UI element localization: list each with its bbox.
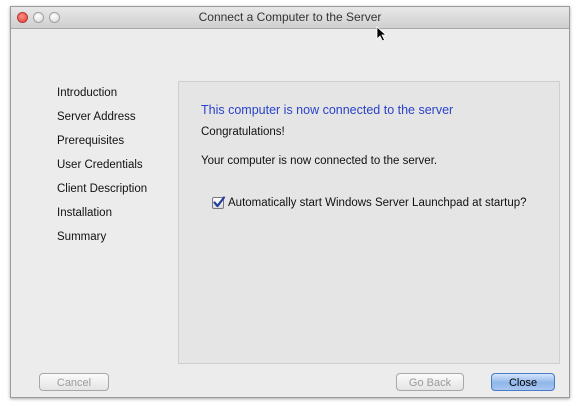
setup-window: Connect a Computer to the Server Introdu… xyxy=(10,6,570,398)
sidebar-item-summary: Summary xyxy=(57,231,107,243)
mouse-pointer-icon xyxy=(376,26,388,42)
connected-message: Your computer is now connected to the se… xyxy=(201,155,438,167)
page-heading: This computer is now connected to the se… xyxy=(201,103,454,117)
launchpad-startup-checkbox[interactable] xyxy=(212,196,226,209)
wizard-steps: Introduction Server Address Prerequisite… xyxy=(57,81,147,249)
go-back-button[interactable]: Go Back xyxy=(396,373,464,391)
sidebar-item-prerequisites: Prerequisites xyxy=(57,135,125,147)
close-button[interactable]: Close xyxy=(491,373,555,391)
launchpad-startup-option[interactable]: Automatically start Windows Server Launc… xyxy=(212,196,527,209)
window-title: Connect a Computer to the Server xyxy=(198,10,382,24)
sidebar-item-introduction: Introduction xyxy=(57,87,118,99)
sidebar-item-installation: Installation xyxy=(57,207,112,219)
sidebar-item-server-address: Server Address xyxy=(57,111,136,123)
cancel-button[interactable]: Cancel xyxy=(39,373,109,391)
sidebar-item-user-credentials: User Credentials xyxy=(57,159,143,171)
sidebar-item-client-description: Client Description xyxy=(57,183,148,195)
launchpad-startup-label[interactable]: Automatically start Windows Server Launc… xyxy=(228,197,527,209)
checkmark-icon xyxy=(213,196,226,208)
title-bar[interactable]: Connect a Computer to the Server xyxy=(11,7,569,29)
content-panel: This computer is now connected to the se… xyxy=(178,81,560,364)
congratulations-text: Congratulations! xyxy=(201,126,285,138)
